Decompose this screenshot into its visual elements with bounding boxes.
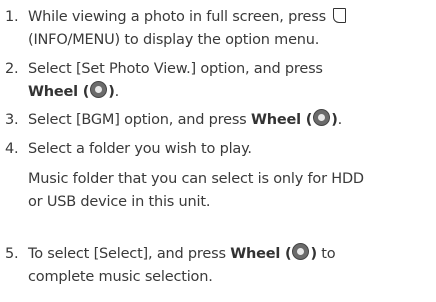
step-text: To select [Select], and press <box>28 246 231 262</box>
wheel-icon <box>90 81 108 98</box>
step-text: Select a folder you wish to play. <box>28 141 252 157</box>
step-text: While viewing a photo in full screen, pr… <box>28 9 326 25</box>
wheel-label: Wheel () <box>230 243 317 262</box>
wheel-icon <box>292 243 310 260</box>
step-text: Select [Set Photo View.] option, and pre… <box>28 61 323 77</box>
wheel-label: Wheel () <box>251 109 338 128</box>
wheel-icon <box>313 109 331 126</box>
note-text: Music folder that you can select is only… <box>28 171 364 187</box>
wheel-label: Wheel () <box>28 81 115 100</box>
step-number: 4. <box>5 141 19 157</box>
step-number: 1. <box>5 9 19 25</box>
note-text: or USB device in this unit. <box>28 194 211 210</box>
step-number: 5. <box>5 246 19 262</box>
step-number: 2. <box>5 61 19 77</box>
instruction-page: 1. While viewing a photo in full screen,… <box>0 0 436 302</box>
step-text: complete music selection. <box>28 269 213 285</box>
step-text: Select [BGM] option, and press <box>28 112 251 128</box>
step-number: 3. <box>5 112 19 128</box>
info-menu-icon <box>333 8 347 23</box>
step-text: (INFO/MENU) to display the option menu. <box>28 32 320 48</box>
